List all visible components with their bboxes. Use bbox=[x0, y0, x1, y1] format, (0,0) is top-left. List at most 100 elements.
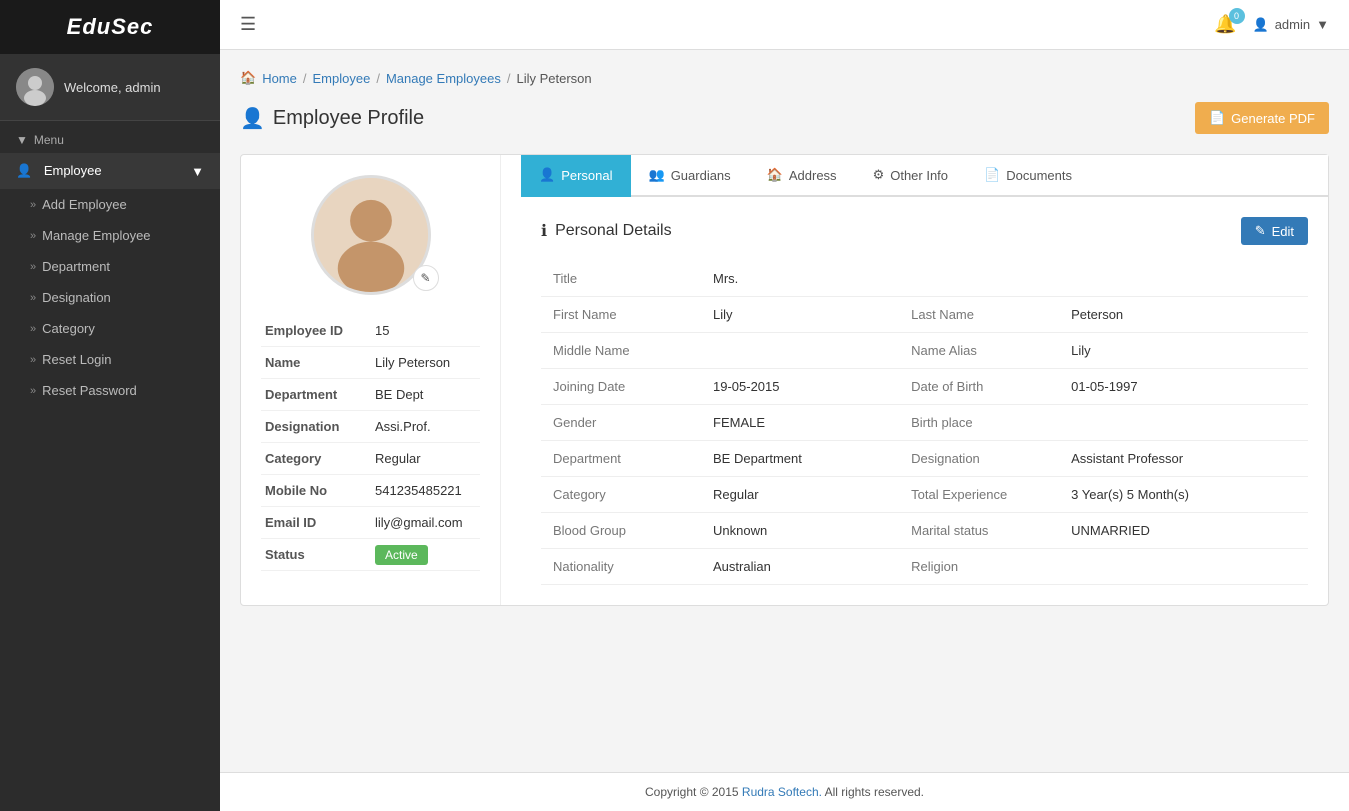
profile-tabs: 👤 Personal 👥 Guardians 🏠 Address ⚙ Other… bbox=[521, 155, 1328, 197]
notification-badge: 0 bbox=[1229, 8, 1245, 24]
profile-row-category: Category Regular bbox=[261, 443, 480, 475]
topbar-right: 🔔 0 👤 admin ▼ bbox=[1214, 14, 1329, 35]
field-label-2: Marital status bbox=[899, 513, 1059, 549]
sidebar-item-designation[interactable]: » Designation bbox=[0, 282, 220, 313]
section-title: ℹ Personal Details bbox=[541, 221, 672, 241]
field-value-2 bbox=[1059, 261, 1308, 297]
field-value-2 bbox=[1059, 405, 1308, 441]
pencil-icon: ✎ bbox=[420, 271, 430, 285]
tab-address[interactable]: 🏠 Address bbox=[749, 155, 855, 197]
generate-pdf-button[interactable]: 📄 Generate PDF bbox=[1195, 102, 1329, 134]
profile-row-mobile: Mobile No 541235485221 bbox=[261, 475, 480, 507]
field-label-2: Last Name bbox=[899, 297, 1059, 333]
field-value-2: Lily bbox=[1059, 333, 1308, 369]
breadcrumb-home[interactable]: Home bbox=[262, 71, 297, 86]
tab-other-info[interactable]: ⚙ Other Info bbox=[855, 155, 966, 197]
field-label: Category bbox=[541, 477, 701, 513]
table-row: Nationality Australian Religion bbox=[541, 549, 1308, 585]
chevron-right-icon: » bbox=[30, 354, 36, 366]
home-icon: 🏠 bbox=[240, 70, 256, 86]
sidebar-item-department[interactable]: » Department bbox=[0, 251, 220, 282]
user-icon: 👤 bbox=[1253, 17, 1269, 33]
breadcrumb-employee[interactable]: Employee bbox=[313, 71, 371, 86]
field-value: Australian bbox=[701, 549, 899, 585]
tab-guardians[interactable]: 👥 Guardians bbox=[631, 155, 749, 197]
edit-button[interactable]: ✎ Edit bbox=[1241, 217, 1308, 245]
breadcrumb-sep-1: / bbox=[303, 71, 307, 86]
admin-menu-button[interactable]: 👤 admin ▼ bbox=[1253, 17, 1329, 33]
sidebar-user: Welcome, admin bbox=[0, 54, 220, 121]
field-label: Joining Date bbox=[541, 369, 701, 405]
table-row: Department BE Department Designation Ass… bbox=[541, 441, 1308, 477]
field-label-2: Total Experience bbox=[899, 477, 1059, 513]
users-icon: 👥 bbox=[649, 167, 665, 183]
sidebar-item-add-employee[interactable]: » Add Employee bbox=[0, 189, 220, 220]
field-value: Mrs. bbox=[701, 261, 899, 297]
field-value-2: 3 Year(s) 5 Month(s) bbox=[1059, 477, 1308, 513]
notification-button[interactable]: 🔔 0 bbox=[1214, 14, 1236, 35]
field-label: Blood Group bbox=[541, 513, 701, 549]
content-area: 🏠 Home / Employee / Manage Employees / L… bbox=[220, 50, 1349, 772]
profile-row-designation: Designation Assi.Prof. bbox=[261, 411, 480, 443]
field-label-2: Designation bbox=[899, 441, 1059, 477]
field-value-2: Assistant Professor bbox=[1059, 441, 1308, 477]
cog-icon: ⚙ bbox=[873, 167, 885, 183]
sidebar-section-employee-header[interactable]: 👤 Employee ▼ bbox=[0, 153, 220, 189]
field-label-2 bbox=[899, 261, 1059, 297]
profile-row-employee-id: Employee ID 15 bbox=[261, 315, 480, 347]
footer-rights: All rights reserved. bbox=[825, 785, 924, 799]
chevron-right-icon: » bbox=[30, 323, 36, 335]
app-logo: EduSec bbox=[0, 0, 220, 54]
tab-documents[interactable]: 📄 Documents bbox=[966, 155, 1090, 197]
sidebar-item-reset-login[interactable]: » Reset Login bbox=[0, 344, 220, 375]
field-value: Lily bbox=[701, 297, 899, 333]
field-label: Title bbox=[541, 261, 701, 297]
chevron-right-icon: » bbox=[30, 261, 36, 273]
footer: Copyright © 2015 Rudra Softech. All righ… bbox=[220, 772, 1349, 811]
breadcrumb-manage-employees[interactable]: Manage Employees bbox=[386, 71, 501, 86]
table-row: Title Mrs. bbox=[541, 261, 1308, 297]
sidebar-section-employee: 👤 Employee ▼ » Add Employee » Manage Emp… bbox=[0, 153, 220, 406]
sidebar-item-reset-password[interactable]: » Reset Password bbox=[0, 375, 220, 406]
profile-row-email: Email ID lily@gmail.com bbox=[261, 507, 480, 539]
field-value-2 bbox=[1059, 549, 1308, 585]
field-value: BE Department bbox=[701, 441, 899, 477]
profile-info: Employee ID 15 Name Lily Peterson Depart… bbox=[261, 315, 480, 571]
hamburger-icon[interactable]: ☰ bbox=[240, 14, 256, 35]
home-icon: 🏠 bbox=[767, 167, 783, 183]
table-row: Blood Group Unknown Marital status UNMAR… bbox=[541, 513, 1308, 549]
field-label: Middle Name bbox=[541, 333, 701, 369]
field-value: Regular bbox=[701, 477, 899, 513]
avatar-edit-button[interactable]: ✎ bbox=[413, 265, 439, 291]
section-header: ℹ Personal Details ✎ Edit bbox=[541, 217, 1308, 245]
sidebar-welcome-text: Welcome, admin bbox=[64, 80, 161, 95]
profile-row-status: Status Active bbox=[261, 539, 480, 571]
chevron-icon: ▼ bbox=[191, 164, 204, 179]
user-icon: 👤 bbox=[240, 106, 265, 131]
profile-container: ✎ Employee ID 15 Name Lily Peterson bbox=[240, 154, 1329, 606]
field-label: Gender bbox=[541, 405, 701, 441]
profile-right-panel: 👤 Personal 👥 Guardians 🏠 Address ⚙ Other… bbox=[521, 155, 1328, 605]
field-label-2: Birth place bbox=[899, 405, 1059, 441]
breadcrumb: 🏠 Home / Employee / Manage Employees / L… bbox=[240, 70, 1329, 86]
field-value: Unknown bbox=[701, 513, 899, 549]
personal-details-table: Title Mrs. First Name Lily Last Name Pet… bbox=[541, 261, 1308, 585]
sidebar-item-manage-employee[interactable]: » Manage Employee bbox=[0, 220, 220, 251]
profile-row-department: Department BE Dept bbox=[261, 379, 480, 411]
field-label-2: Religion bbox=[899, 549, 1059, 585]
footer-text: Copyright © 2015 bbox=[645, 785, 739, 799]
menu-label: ▼ Menu bbox=[0, 121, 220, 153]
breadcrumb-sep-3: / bbox=[507, 71, 511, 86]
field-value-2: 01-05-1997 bbox=[1059, 369, 1308, 405]
user-icon: 👤 bbox=[539, 167, 555, 183]
field-value: FEMALE bbox=[701, 405, 899, 441]
sidebar-item-category[interactable]: » Category bbox=[0, 313, 220, 344]
field-value-2: UNMARRIED bbox=[1059, 513, 1308, 549]
footer-company-link[interactable]: Rudra Softech. bbox=[742, 785, 822, 799]
field-value bbox=[701, 333, 899, 369]
topbar: ☰ 🔔 0 👤 admin ▼ bbox=[220, 0, 1349, 50]
dropdown-icon: ▼ bbox=[1316, 17, 1329, 32]
tab-content-personal: ℹ Personal Details ✎ Edit Title Mrs. bbox=[521, 197, 1328, 605]
field-label: Nationality bbox=[541, 549, 701, 585]
tab-personal[interactable]: 👤 Personal bbox=[521, 155, 631, 197]
